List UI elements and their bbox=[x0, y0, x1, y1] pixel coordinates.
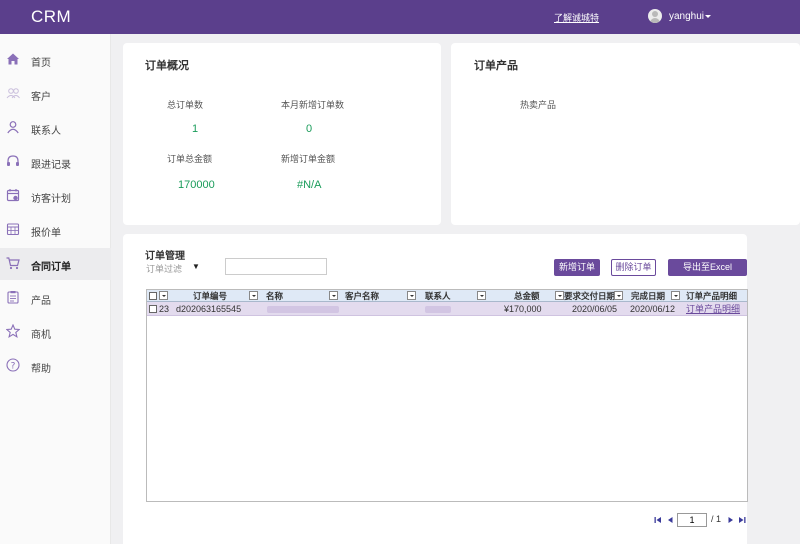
column-header-detail[interactable]: 订单产品明细 bbox=[686, 290, 737, 302]
sidebar-item-label: 产品 bbox=[31, 296, 51, 307]
sidebar-item-label: 客户 bbox=[31, 92, 51, 103]
headset-icon bbox=[6, 154, 20, 168]
total-amount-label: 订单总金额 bbox=[167, 154, 213, 164]
month-new-orders-label: 本月新增订单数 bbox=[281, 100, 345, 110]
column-filter-icon[interactable] bbox=[159, 291, 168, 300]
learn-link[interactable]: 了解诚城特 bbox=[554, 11, 599, 24]
orders-table: 订单编号 名称 客户名称 联系人 总金额 要求交付日期 完成日期 订单产品明细 … bbox=[146, 289, 748, 502]
cell-order-no: d202063165545 bbox=[176, 304, 242, 314]
chevron-down-icon[interactable] bbox=[705, 15, 711, 18]
orders-title: 订单管理 bbox=[145, 251, 185, 262]
sidebar: 首页 客户 联系人 跟进记录 访客计划 报价单 合同订单 产品 商机 ? 帮助 bbox=[0, 34, 111, 544]
column-header-order-no[interactable]: 订单编号 bbox=[193, 290, 227, 302]
contact-icon bbox=[6, 120, 20, 134]
column-header-contact[interactable]: 联系人 bbox=[425, 290, 451, 302]
column-filter-icon[interactable] bbox=[329, 291, 338, 300]
sidebar-item-label: 报价单 bbox=[31, 228, 61, 239]
cell-amount: ¥170,000 bbox=[504, 304, 542, 314]
cell-due-date: 2020/06/05 bbox=[572, 304, 618, 314]
sidebar-item-label: 商机 bbox=[31, 330, 51, 341]
month-new-orders-value: 0 bbox=[306, 123, 313, 135]
column-header-customer[interactable]: 客户名称 bbox=[345, 290, 379, 302]
sidebar-item-quotes[interactable]: 报价单 bbox=[0, 214, 111, 246]
sidebar-item-opportunities[interactable]: 商机 bbox=[0, 316, 111, 348]
new-amount-value: #N/A bbox=[297, 179, 322, 191]
filter-dropdown-arrow-icon[interactable]: ▼ bbox=[192, 262, 200, 271]
column-header-done-date[interactable]: 完成日期 bbox=[631, 290, 665, 302]
select-all-checkbox[interactable] bbox=[149, 292, 157, 300]
sidebar-item-label: 访客计划 bbox=[31, 194, 71, 205]
home-icon bbox=[6, 52, 20, 66]
calendar-icon bbox=[6, 188, 20, 202]
column-filter-icon[interactable] bbox=[477, 291, 486, 300]
sidebar-item-label: 首页 bbox=[31, 58, 51, 69]
sidebar-item-products[interactable]: 产品 bbox=[0, 282, 111, 314]
total-orders-value: 1 bbox=[192, 123, 199, 135]
row-number: 23 bbox=[159, 304, 170, 314]
first-page-icon[interactable] bbox=[654, 516, 662, 524]
sidebar-item-home[interactable]: 首页 bbox=[0, 44, 111, 76]
customers-icon bbox=[6, 86, 20, 100]
redacted-name bbox=[267, 306, 339, 313]
cart-icon bbox=[6, 256, 20, 270]
column-header-amount[interactable]: 总金额 bbox=[514, 290, 540, 302]
column-filter-icon[interactable] bbox=[614, 291, 623, 300]
top-bar: CRM 了解诚城特 yanghui bbox=[0, 0, 800, 34]
column-filter-icon[interactable] bbox=[671, 291, 680, 300]
column-filter-icon[interactable] bbox=[407, 291, 416, 300]
clipboard-icon bbox=[6, 290, 20, 304]
new-amount-label: 新增订单金额 bbox=[281, 154, 336, 164]
total-pages-label: / 1 bbox=[711, 514, 722, 524]
add-order-button[interactable]: 新增订单 bbox=[554, 259, 600, 276]
svg-text:?: ? bbox=[11, 361, 16, 371]
export-excel-button[interactable]: 导出至Excel bbox=[668, 259, 747, 276]
brand-logo[interactable]: CRM bbox=[31, 7, 71, 27]
order-filter-input[interactable] bbox=[225, 258, 327, 275]
total-amount-value: 170000 bbox=[178, 179, 215, 191]
sidebar-item-orders[interactable]: 合同订单 bbox=[0, 248, 111, 280]
order-detail-link[interactable]: 订单产品明细 bbox=[686, 302, 740, 316]
column-header-due-date[interactable]: 要求交付日期 bbox=[564, 290, 615, 302]
table-row[interactable]: 23 d202063165545 ¥170,000 2020/06/05 202… bbox=[147, 302, 747, 316]
user-menu[interactable]: yanghui bbox=[669, 11, 704, 22]
products-title: 订单产品 bbox=[474, 60, 518, 72]
sidebar-item-label: 合同订单 bbox=[31, 262, 71, 273]
star-icon bbox=[6, 324, 20, 338]
sidebar-item-label: 帮助 bbox=[31, 364, 51, 375]
sidebar-item-customers[interactable]: 客户 bbox=[0, 78, 111, 110]
sidebar-item-label: 联系人 bbox=[31, 126, 61, 137]
row-checkbox[interactable] bbox=[149, 305, 157, 313]
previous-page-icon[interactable] bbox=[666, 516, 674, 524]
next-page-icon[interactable] bbox=[727, 516, 735, 524]
sidebar-item-followups[interactable]: 跟进记录 bbox=[0, 146, 111, 178]
order-filter-label: 订单过滤 bbox=[146, 264, 183, 274]
page-number-input[interactable] bbox=[677, 513, 707, 527]
column-filter-icon[interactable] bbox=[249, 291, 258, 300]
avatar[interactable] bbox=[648, 9, 662, 23]
sidebar-item-visits[interactable]: 访客计划 bbox=[0, 180, 111, 212]
last-page-icon[interactable] bbox=[738, 516, 746, 524]
help-icon: ? bbox=[6, 358, 20, 372]
sidebar-item-help[interactable]: ? 帮助 bbox=[0, 350, 111, 382]
delete-order-button[interactable]: 删除订单 bbox=[611, 259, 656, 276]
sidebar-item-contacts[interactable]: 联系人 bbox=[0, 112, 111, 144]
column-header-name[interactable]: 名称 bbox=[266, 290, 283, 302]
quote-icon bbox=[6, 222, 20, 236]
overview-title: 订单概况 bbox=[145, 60, 189, 72]
column-filter-icon[interactable] bbox=[555, 291, 564, 300]
hot-products-label: 热卖产品 bbox=[520, 100, 557, 110]
sidebar-item-label: 跟进记录 bbox=[31, 160, 71, 171]
total-orders-label: 总订单数 bbox=[167, 100, 204, 110]
cell-done-date: 2020/06/12 bbox=[630, 304, 676, 314]
table-header: 订单编号 名称 客户名称 联系人 总金额 要求交付日期 完成日期 订单产品明细 bbox=[147, 290, 747, 302]
redacted-contact bbox=[425, 306, 451, 313]
